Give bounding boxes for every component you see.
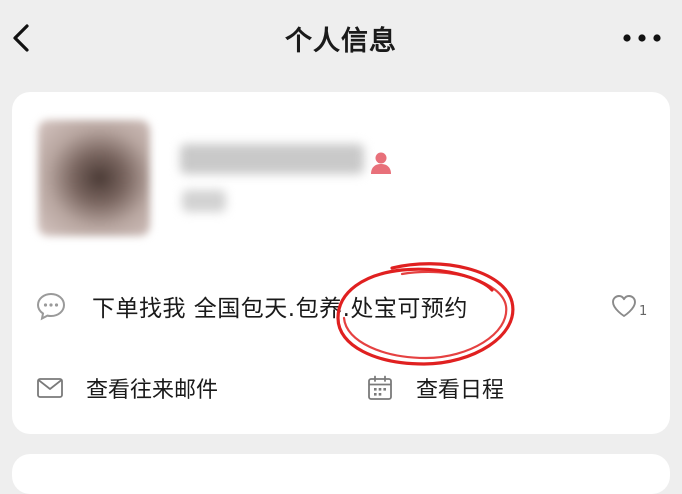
more-horizontal-icon	[623, 34, 661, 42]
signature-row: 下单找我 全国包天.包养.处宝可预约	[34, 288, 654, 324]
like-count: 1	[639, 303, 648, 319]
view-calendar-button[interactable]: 查看日程	[366, 368, 504, 408]
next-card	[12, 454, 670, 494]
heart-outline-icon	[612, 295, 636, 317]
like-button[interactable]: 1	[610, 290, 647, 322]
more-button[interactable]	[618, 24, 666, 52]
view-mail-label: 查看往来邮件	[86, 378, 219, 403]
profile-name: ********	[180, 144, 364, 174]
person-icon	[371, 152, 391, 174]
view-calendar-label: 查看日程	[416, 378, 505, 403]
comment-bubble-icon	[34, 289, 68, 323]
back-button[interactable]	[4, 20, 38, 56]
page-title: 个人信息	[285, 25, 397, 57]
calendar-icon	[368, 375, 392, 400]
profile-id: ***	[182, 190, 226, 212]
signature-text: 下单找我 全国包天.包养.处宝可预约	[92, 296, 468, 322]
profile-card: ******** *** 下单找我 全国包天.包养.处宝可预约 1	[12, 92, 670, 434]
avatar[interactable]	[38, 120, 150, 236]
mail-icon	[37, 378, 63, 398]
top-bar: 个人信息	[0, 0, 682, 80]
chevron-left-icon	[13, 24, 29, 52]
view-mail-button[interactable]: 查看往来邮件	[36, 368, 218, 408]
